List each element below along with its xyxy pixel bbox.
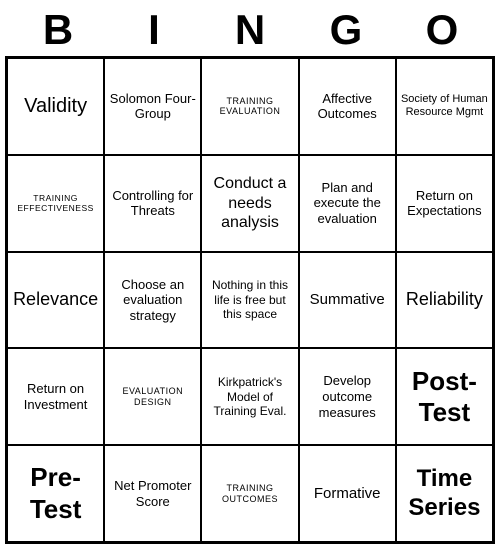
- cell-5: TRAINING EFFECTIVENESS: [7, 155, 104, 252]
- title-b: B: [14, 6, 102, 54]
- title-i: I: [110, 6, 198, 54]
- cell-15: Return on Investment: [7, 348, 104, 445]
- cell-23: Formative: [299, 445, 396, 542]
- cell-14: Reliability: [396, 252, 493, 349]
- cell-7: Conduct a needs analysis: [201, 155, 298, 252]
- cell-18: Develop outcome measures: [299, 348, 396, 445]
- title-g: G: [302, 6, 390, 54]
- cell-13: Summative: [299, 252, 396, 349]
- cell-0: Validity: [7, 58, 104, 155]
- cell-11: Choose an evaluation strategy: [104, 252, 201, 349]
- cell-10: Relevance: [7, 252, 104, 349]
- cell-8: Plan and execute the evaluation: [299, 155, 396, 252]
- cell-22: TRAINING OUTCOMES: [201, 445, 298, 542]
- cell-3: Affective Outcomes: [299, 58, 396, 155]
- cell-19: Post-Test: [396, 348, 493, 445]
- cell-17: Kirkpatrick's Model of Training Eval.: [201, 348, 298, 445]
- bingo-grid: Validity Solomon Four-Group TRAINING EVA…: [5, 56, 495, 544]
- cell-2: TRAINING EVALUATION: [201, 58, 298, 155]
- cell-24: Time Series: [396, 445, 493, 542]
- title-n: N: [206, 6, 294, 54]
- cell-4: Society of Human Resource Mgmt: [396, 58, 493, 155]
- cell-6: Controlling for Threats: [104, 155, 201, 252]
- bingo-title: B I N G O: [10, 0, 490, 56]
- cell-16: EVALUATION DESIGN: [104, 348, 201, 445]
- title-o: O: [398, 6, 486, 54]
- cell-12: Nothing in this life is free but this sp…: [201, 252, 298, 349]
- cell-21: Net Promoter Score: [104, 445, 201, 542]
- cell-20: Pre-Test: [7, 445, 104, 542]
- cell-1: Solomon Four-Group: [104, 58, 201, 155]
- cell-9: Return on Expectations: [396, 155, 493, 252]
